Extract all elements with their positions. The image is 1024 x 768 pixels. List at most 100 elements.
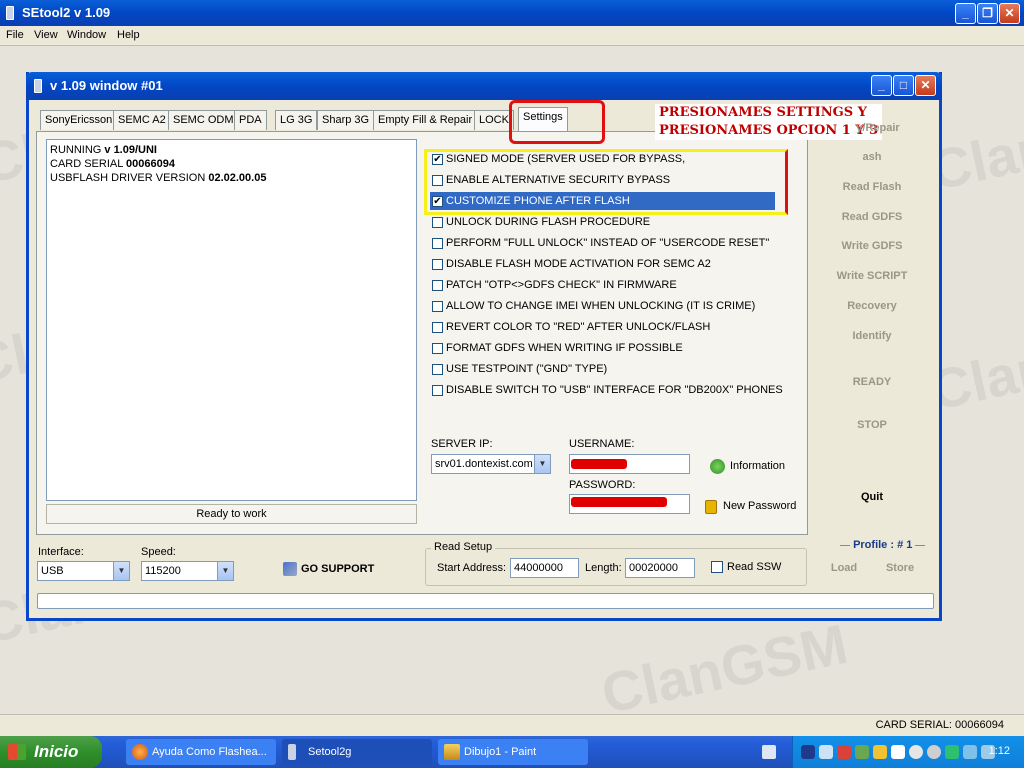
side-button-fill-repair[interactable]: y/Repair — [836, 122, 920, 134]
inner-close-button[interactable]: ✕ — [915, 75, 936, 96]
log-line: CARD SERIAL 00066094 — [50, 157, 413, 171]
app-titlebar[interactable]: SEtool2 v 1.09 _ ❐ ✕ — [0, 0, 1024, 26]
recovery-button[interactable]: Recovery — [830, 300, 914, 312]
password-label: PASSWORD: — [569, 479, 636, 491]
option-unlock-during-flash[interactable]: UNLOCK DURING FLASH PROCEDURE — [430, 213, 775, 231]
tool-icon[interactable] — [819, 745, 833, 759]
checkbox[interactable] — [432, 364, 443, 375]
read-setup-title: Read Setup — [431, 541, 496, 553]
inner-window-icon — [34, 79, 42, 93]
inner-minimize-button[interactable]: _ — [871, 75, 892, 96]
interface-label: Interface: — [38, 546, 84, 558]
keyboard-icon[interactable] — [762, 745, 776, 759]
option-change-imei[interactable]: ALLOW TO CHANGE IMEI WHEN UNLOCKING (IT … — [430, 297, 775, 315]
read-gdfs-button[interactable]: Read GDFS — [830, 211, 914, 223]
store-button[interactable]: Store — [878, 562, 922, 574]
checkbox[interactable] — [432, 259, 443, 270]
progress-bar — [37, 593, 934, 609]
security-icon[interactable] — [873, 745, 887, 759]
inner-maximize-button[interactable]: □ — [893, 75, 914, 96]
taskbar-item-paint[interactable]: Dibujo1 - Paint — [438, 739, 588, 765]
ready-indicator: READY — [852, 376, 892, 388]
identify-button[interactable]: Identify — [830, 330, 914, 342]
sync-icon[interactable] — [945, 745, 959, 759]
highlight-box-options — [424, 149, 788, 215]
quit-button[interactable]: Quit — [830, 491, 914, 503]
tab-sonyericsson[interactable]: SonyEricsson — [40, 110, 118, 130]
monitor-icon[interactable] — [963, 745, 977, 759]
statusbar: CARD SERIAL: 00066094 — [0, 714, 1024, 736]
chevron-down-icon[interactable]: ▼ — [534, 455, 550, 473]
system-tray: 1:12 — [792, 736, 1024, 768]
tab-pda[interactable]: PDA — [234, 110, 267, 130]
taskbar-item-setool[interactable]: Setool2g — [282, 739, 432, 765]
clock-tray-icon[interactable] — [909, 745, 923, 759]
cd-icon[interactable] — [927, 745, 941, 759]
checkbox[interactable] — [432, 238, 443, 249]
close-button[interactable]: ✕ — [999, 3, 1020, 24]
go-support-label: GO SUPPORT — [301, 563, 375, 575]
tab-sharp-3g[interactable]: Sharp 3G — [317, 110, 375, 130]
start-address-input[interactable]: 44000000 — [510, 558, 579, 578]
checkbox[interactable] — [432, 301, 443, 312]
password-input[interactable] — [569, 494, 690, 514]
network-icon[interactable] — [801, 745, 815, 759]
taskbar: Inicio Ayuda Como Flashea... Setool2g Di… — [0, 736, 1024, 768]
read-ssw-label: Read SSW — [727, 561, 782, 573]
server-ip-value: srv01.dontexist.com — [435, 458, 533, 470]
option-format-gdfs[interactable]: FORMAT GDFS WHEN WRITING IF POSSIBLE — [430, 339, 775, 357]
stop-button[interactable]: STOP — [830, 419, 914, 431]
checkbox[interactable] — [432, 280, 443, 291]
information-label: Information — [730, 460, 786, 472]
checkbox[interactable] — [432, 343, 443, 354]
windows-flag-icon — [8, 744, 26, 760]
load-button[interactable]: Load — [822, 562, 866, 574]
option-full-unlock[interactable]: PERFORM "FULL UNLOCK" INSTEAD OF "USERCO… — [430, 234, 775, 252]
taskbar-item-label: Ayuda Como Flashea... — [152, 746, 267, 758]
interface-select[interactable]: USB ▼ — [37, 561, 130, 581]
read-flash-button[interactable]: Read Flash — [830, 181, 914, 193]
server-ip-select[interactable]: srv01.dontexist.com ▼ — [431, 454, 551, 474]
menu-view[interactable]: View — [34, 29, 58, 41]
interface-value: USB — [41, 565, 64, 577]
option-disable-usb-switch[interactable]: DISABLE SWITCH TO "USB" INTERFACE FOR "D… — [430, 381, 783, 399]
inner-window-title: v 1.09 window #01 — [50, 78, 163, 93]
tab-lg-3g[interactable]: LG 3G — [275, 110, 318, 130]
start-button[interactable]: Inicio — [0, 736, 102, 768]
profile-text: Profile : # 1 — [853, 539, 913, 551]
tab-semc-a2[interactable]: SEMC A2 — [113, 110, 171, 130]
chevron-down-icon[interactable]: ▼ — [217, 562, 233, 580]
tab-semc-odm[interactable]: SEMC ODM — [168, 110, 239, 130]
tab-empty-fill-repair[interactable]: Empty Fill & Repair — [373, 110, 478, 130]
option-use-testpoint[interactable]: USE TESTPOINT ("GND" TYPE) — [430, 360, 775, 378]
status-ready: Ready to work — [46, 504, 417, 524]
app-tray-icon[interactable] — [855, 745, 869, 759]
menu-file[interactable]: File — [6, 29, 24, 41]
write-script-button[interactable]: Write SCRIPT — [830, 270, 914, 282]
menu-help[interactable]: Help — [117, 29, 140, 41]
option-revert-color[interactable]: REVERT COLOR TO "RED" AFTER UNLOCK/FLASH — [430, 318, 775, 336]
option-disable-flash-mode[interactable]: DISABLE FLASH MODE ACTIVATION FOR SEMC A… — [430, 255, 775, 273]
checkbox[interactable] — [432, 322, 443, 333]
inner-titlebar[interactable]: v 1.09 window #01 _ □ ✕ — [26, 72, 942, 100]
write-gdfs-button[interactable]: Write GDFS — [830, 240, 914, 252]
speed-select[interactable]: 115200 ▼ — [141, 561, 234, 581]
restore-button[interactable]: ❐ — [977, 3, 998, 24]
menu-window[interactable]: Window — [67, 29, 106, 41]
checkbox[interactable] — [432, 217, 443, 228]
username-input[interactable] — [569, 454, 690, 474]
checkbox[interactable] — [711, 561, 723, 573]
checkbox[interactable] — [432, 385, 443, 396]
minimize-button[interactable]: _ — [955, 3, 976, 24]
taskbar-item-browser[interactable]: Ayuda Como Flashea... — [126, 739, 276, 765]
tab-lock[interactable]: LOCK — [474, 110, 514, 130]
option-patch-otp[interactable]: PATCH "OTP<>GDFS CHECK" IN FIRMWARE — [430, 276, 775, 294]
speaker-icon[interactable] — [891, 745, 905, 759]
length-input[interactable]: 00020000 — [625, 558, 695, 578]
shield-icon[interactable] — [837, 745, 851, 759]
chevron-down-icon[interactable]: ▼ — [113, 562, 129, 580]
speed-label: Speed: — [141, 546, 176, 558]
annotation-line: PRESIONAMES SETTINGS Y — [659, 105, 867, 120]
side-button-flash[interactable]: ash — [830, 151, 914, 163]
taskbar-item-label: Dibujo1 - Paint — [464, 746, 537, 758]
